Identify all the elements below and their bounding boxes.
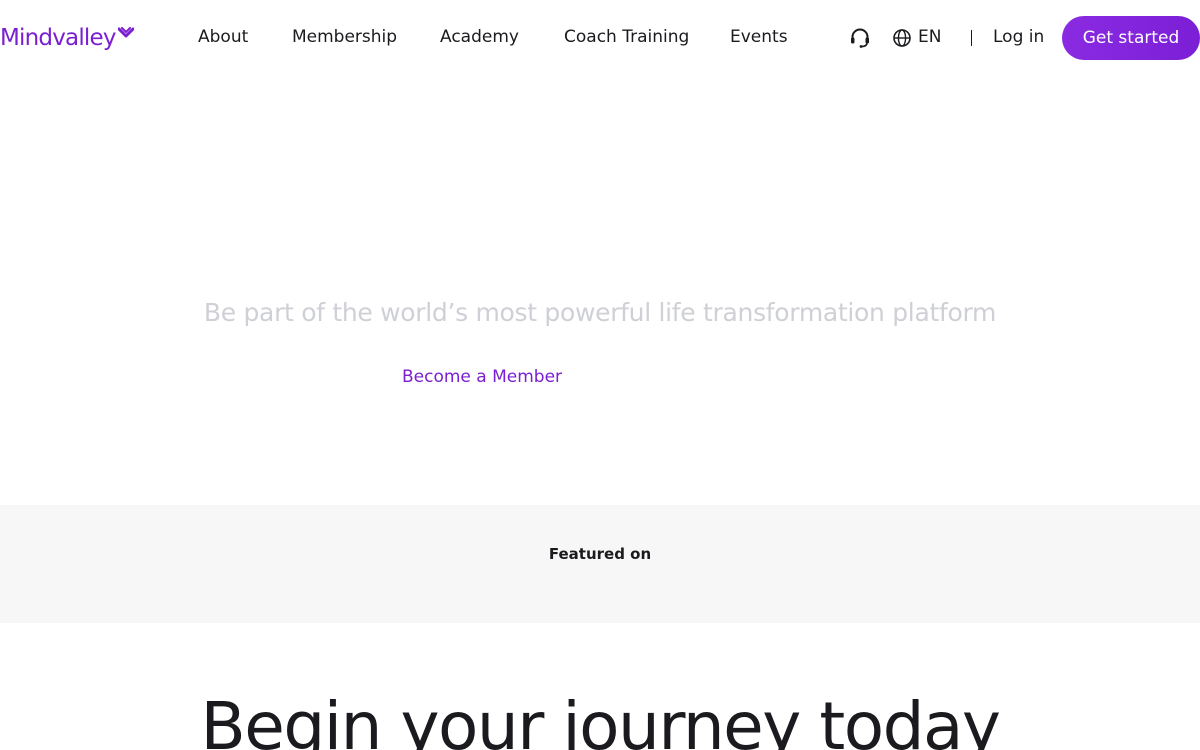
- nav-academy[interactable]: Academy: [440, 27, 519, 47]
- page: Mindvalley About Membership Academy Coac…: [0, 0, 1200, 750]
- nav-events[interactable]: Events: [730, 27, 788, 47]
- site-header: Mindvalley About Membership Academy Coac…: [0, 0, 1200, 76]
- journey-heading: Begin your journey today: [200, 688, 1001, 750]
- globe-icon[interactable]: [890, 26, 914, 50]
- header-divider: [971, 30, 972, 46]
- login-link[interactable]: Log in: [993, 27, 1044, 47]
- logo-wordmark: Mindvalley: [0, 25, 116, 51]
- get-started-button[interactable]: Get started: [1062, 16, 1200, 60]
- featured-on-band: Featured on: [0, 505, 1200, 623]
- language-selector[interactable]: EN: [918, 27, 941, 47]
- become-member-link[interactable]: Become a Member: [402, 367, 562, 387]
- logo-chevron-icon: [117, 24, 135, 43]
- nav-about[interactable]: About: [198, 27, 248, 47]
- nav-coach-training[interactable]: Coach Training: [564, 27, 689, 47]
- hero-subtitle: Be part of the world’s most powerful lif…: [203, 298, 997, 327]
- featured-on-label: Featured on: [548, 545, 652, 563]
- mindvalley-logo[interactable]: Mindvalley: [0, 22, 135, 54]
- headset-icon[interactable]: [848, 26, 872, 50]
- nav-membership[interactable]: Membership: [292, 27, 397, 47]
